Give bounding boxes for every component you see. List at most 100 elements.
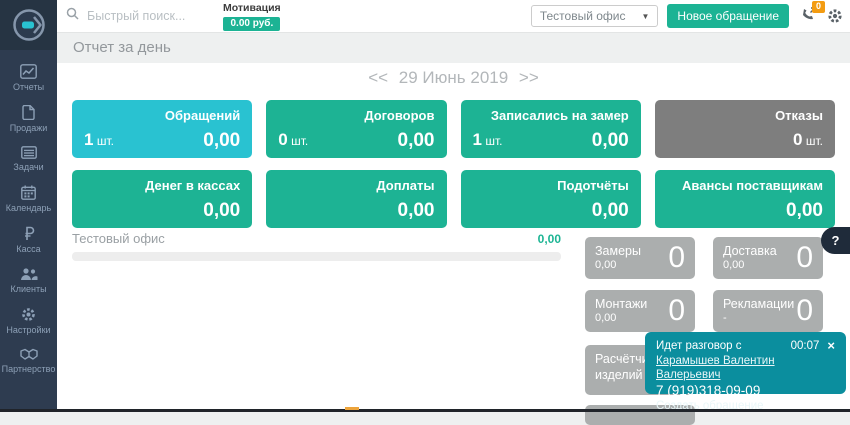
date-prev-button[interactable]: << <box>368 68 388 87</box>
card-value: 0,00 <box>398 130 435 152</box>
sidebar-item-label: Касса <box>16 244 40 254</box>
card-value: 0,00 <box>592 200 629 222</box>
active-call-popup: Идет разговор с 00:07 × Карамышев Валент… <box>645 332 846 394</box>
stat-count: 0 <box>668 294 685 328</box>
sidebar-item-cashbox[interactable]: Касса <box>0 220 57 261</box>
sidebar: Отчеты Продажи Задачи Календарь <box>0 0 57 412</box>
stat-card-installations[interactable]: Монтажи 0,00 0 <box>585 290 695 332</box>
motivation-value-badge: 0.00 руб. <box>223 17 280 31</box>
sidebar-item-label: Отчеты <box>13 82 44 92</box>
stat-sub: - <box>723 312 727 324</box>
caller-name-link[interactable]: Карамышев Валентин Валерьевич <box>656 354 835 383</box>
stat-sub: 0,00 <box>595 312 616 324</box>
gear-icon <box>21 307 36 322</box>
question-mark-icon: ? <box>832 233 840 248</box>
office-value: 0,00 <box>538 232 561 246</box>
card-surcharges[interactable]: Доплаты 0,00 <box>266 170 446 228</box>
stat-card-complaints[interactable]: Рекламации - 0 <box>713 290 823 332</box>
stat-count: 0 <box>668 241 685 275</box>
topbar: Мотивация 0.00 руб. Тестовый офис ▼ Ново… <box>57 0 850 33</box>
sidebar-item-label: Клиенты <box>10 284 46 294</box>
stat-count: 0 <box>796 294 813 328</box>
stat-card-measurements[interactable]: Замеры 0,00 0 <box>585 237 695 279</box>
gear-icon <box>827 8 843 24</box>
sidebar-item-label: Продажи <box>10 123 48 133</box>
search-input[interactable] <box>85 8 209 24</box>
caller-phone: 7 (919)318-09-09 <box>656 384 835 399</box>
sidebar-item-reports[interactable]: Отчеты <box>0 58 57 99</box>
card-contracts[interactable]: Договоров 0 шт. 0,00 <box>266 100 446 158</box>
office-select[interactable]: Тестовый офис ▼ <box>531 5 659 27</box>
card-label: Подотчёты <box>557 178 629 193</box>
card-label: Договоров <box>364 108 434 123</box>
calendar-icon <box>21 185 36 200</box>
card-subreports[interactable]: Подотчёты 0,00 <box>461 170 641 228</box>
app-root: Отчеты Продажи Задачи Календарь <box>0 0 850 412</box>
card-label: Авансы поставщикам <box>682 178 823 193</box>
sidebar-item-label: Настройки <box>6 325 50 335</box>
sidebar-item-settings[interactable]: Настройки <box>0 301 57 342</box>
card-label: Доплаты <box>376 178 434 193</box>
card-refusals[interactable]: Отказы 0 шт. <box>655 100 835 158</box>
card-value: 0,00 <box>203 200 240 222</box>
sidebar-item-calendar[interactable]: Календарь <box>0 179 57 220</box>
card-label: Денег в кассах <box>145 178 240 193</box>
office-name: Тестовый офис <box>72 231 165 246</box>
motivation-widget[interactable]: Мотивация 0.00 руб. <box>223 1 281 31</box>
office-progress-block: Тестовый офис 0,00 <box>72 231 561 261</box>
calls-count-badge: 0 <box>812 1 825 13</box>
office-progress-bar <box>72 252 561 261</box>
chevron-down-icon: ▼ <box>642 12 650 21</box>
logo-icon <box>12 8 46 42</box>
sidebar-item-partnership[interactable]: Партнерство <box>0 342 57 381</box>
card-cash[interactable]: Денег в кассах 0,00 <box>72 170 252 228</box>
stat-label: Монтажи <box>595 297 647 313</box>
sidebar-item-label: Календарь <box>6 203 51 213</box>
call-timer: 00:07 <box>791 339 820 354</box>
page-header: Отчет за день <box>57 32 850 63</box>
users-icon <box>20 267 38 281</box>
new-request-button[interactable]: Новое обращение <box>667 4 789 28</box>
card-count: 0 шт. <box>793 130 823 150</box>
card-requests[interactable]: Обращений 1 шт. 0,00 <box>72 100 252 158</box>
calls-button[interactable]: 0 <box>801 6 818 26</box>
sidebar-item-clients[interactable]: Клиенты <box>0 261 57 301</box>
date-navigator: << 29 Июнь 2019 >> <box>57 68 850 88</box>
card-supplier-advances[interactable]: Авансы поставщикам 0,00 <box>655 170 835 228</box>
card-count: 1 шт. <box>84 130 114 150</box>
search-box <box>66 7 209 25</box>
stat-card-delivery[interactable]: Доставка 0,00 0 <box>713 237 823 279</box>
card-value: 0,00 <box>203 130 240 152</box>
card-count: 1 шт. <box>473 130 503 150</box>
sidebar-item-label: Задачи <box>13 162 43 172</box>
date-next-button[interactable]: >> <box>519 68 539 87</box>
motivation-label: Мотивация <box>223 3 281 14</box>
money-cards-row: Денег в кассах 0,00 Доплаты 0,00 Подотчё… <box>72 170 835 228</box>
card-count: 0 шт. <box>278 130 308 150</box>
card-measure-signups[interactable]: Записались на замер 1 шт. 0,00 <box>461 100 641 158</box>
settings-button[interactable] <box>827 8 843 24</box>
help-button[interactable]: ? <box>821 227 850 254</box>
handshake-icon <box>20 348 38 361</box>
date-label: 29 Июнь 2019 <box>399 68 508 87</box>
file-icon <box>22 105 35 120</box>
card-value: 0,00 <box>398 200 435 222</box>
stat-sub: 0,00 <box>595 259 616 271</box>
stat-sub: 0,00 <box>723 259 744 271</box>
close-icon[interactable]: × <box>827 339 835 354</box>
card-label: Записались на замер <box>491 108 629 123</box>
call-popup-title: Идет разговор с <box>656 339 741 354</box>
app-logo[interactable] <box>0 0 57 50</box>
sidebar-item-tasks[interactable]: Задачи <box>0 140 57 179</box>
card-value: 0,00 <box>786 200 823 222</box>
card-label: Обращений <box>165 108 240 123</box>
sidebar-item-sales[interactable]: Продажи <box>0 99 57 140</box>
sidebar-nav: Отчеты Продажи Задачи Календарь <box>0 58 57 381</box>
stat-label: Замеры <box>595 244 641 260</box>
stat-count: 0 <box>796 241 813 275</box>
taskbar-sliver <box>345 407 359 410</box>
tasks-icon <box>21 146 37 159</box>
card-value: 0,00 <box>592 130 629 152</box>
stat-label: Рекламации <box>723 297 794 313</box>
sidebar-item-label: Партнерство <box>2 364 56 374</box>
